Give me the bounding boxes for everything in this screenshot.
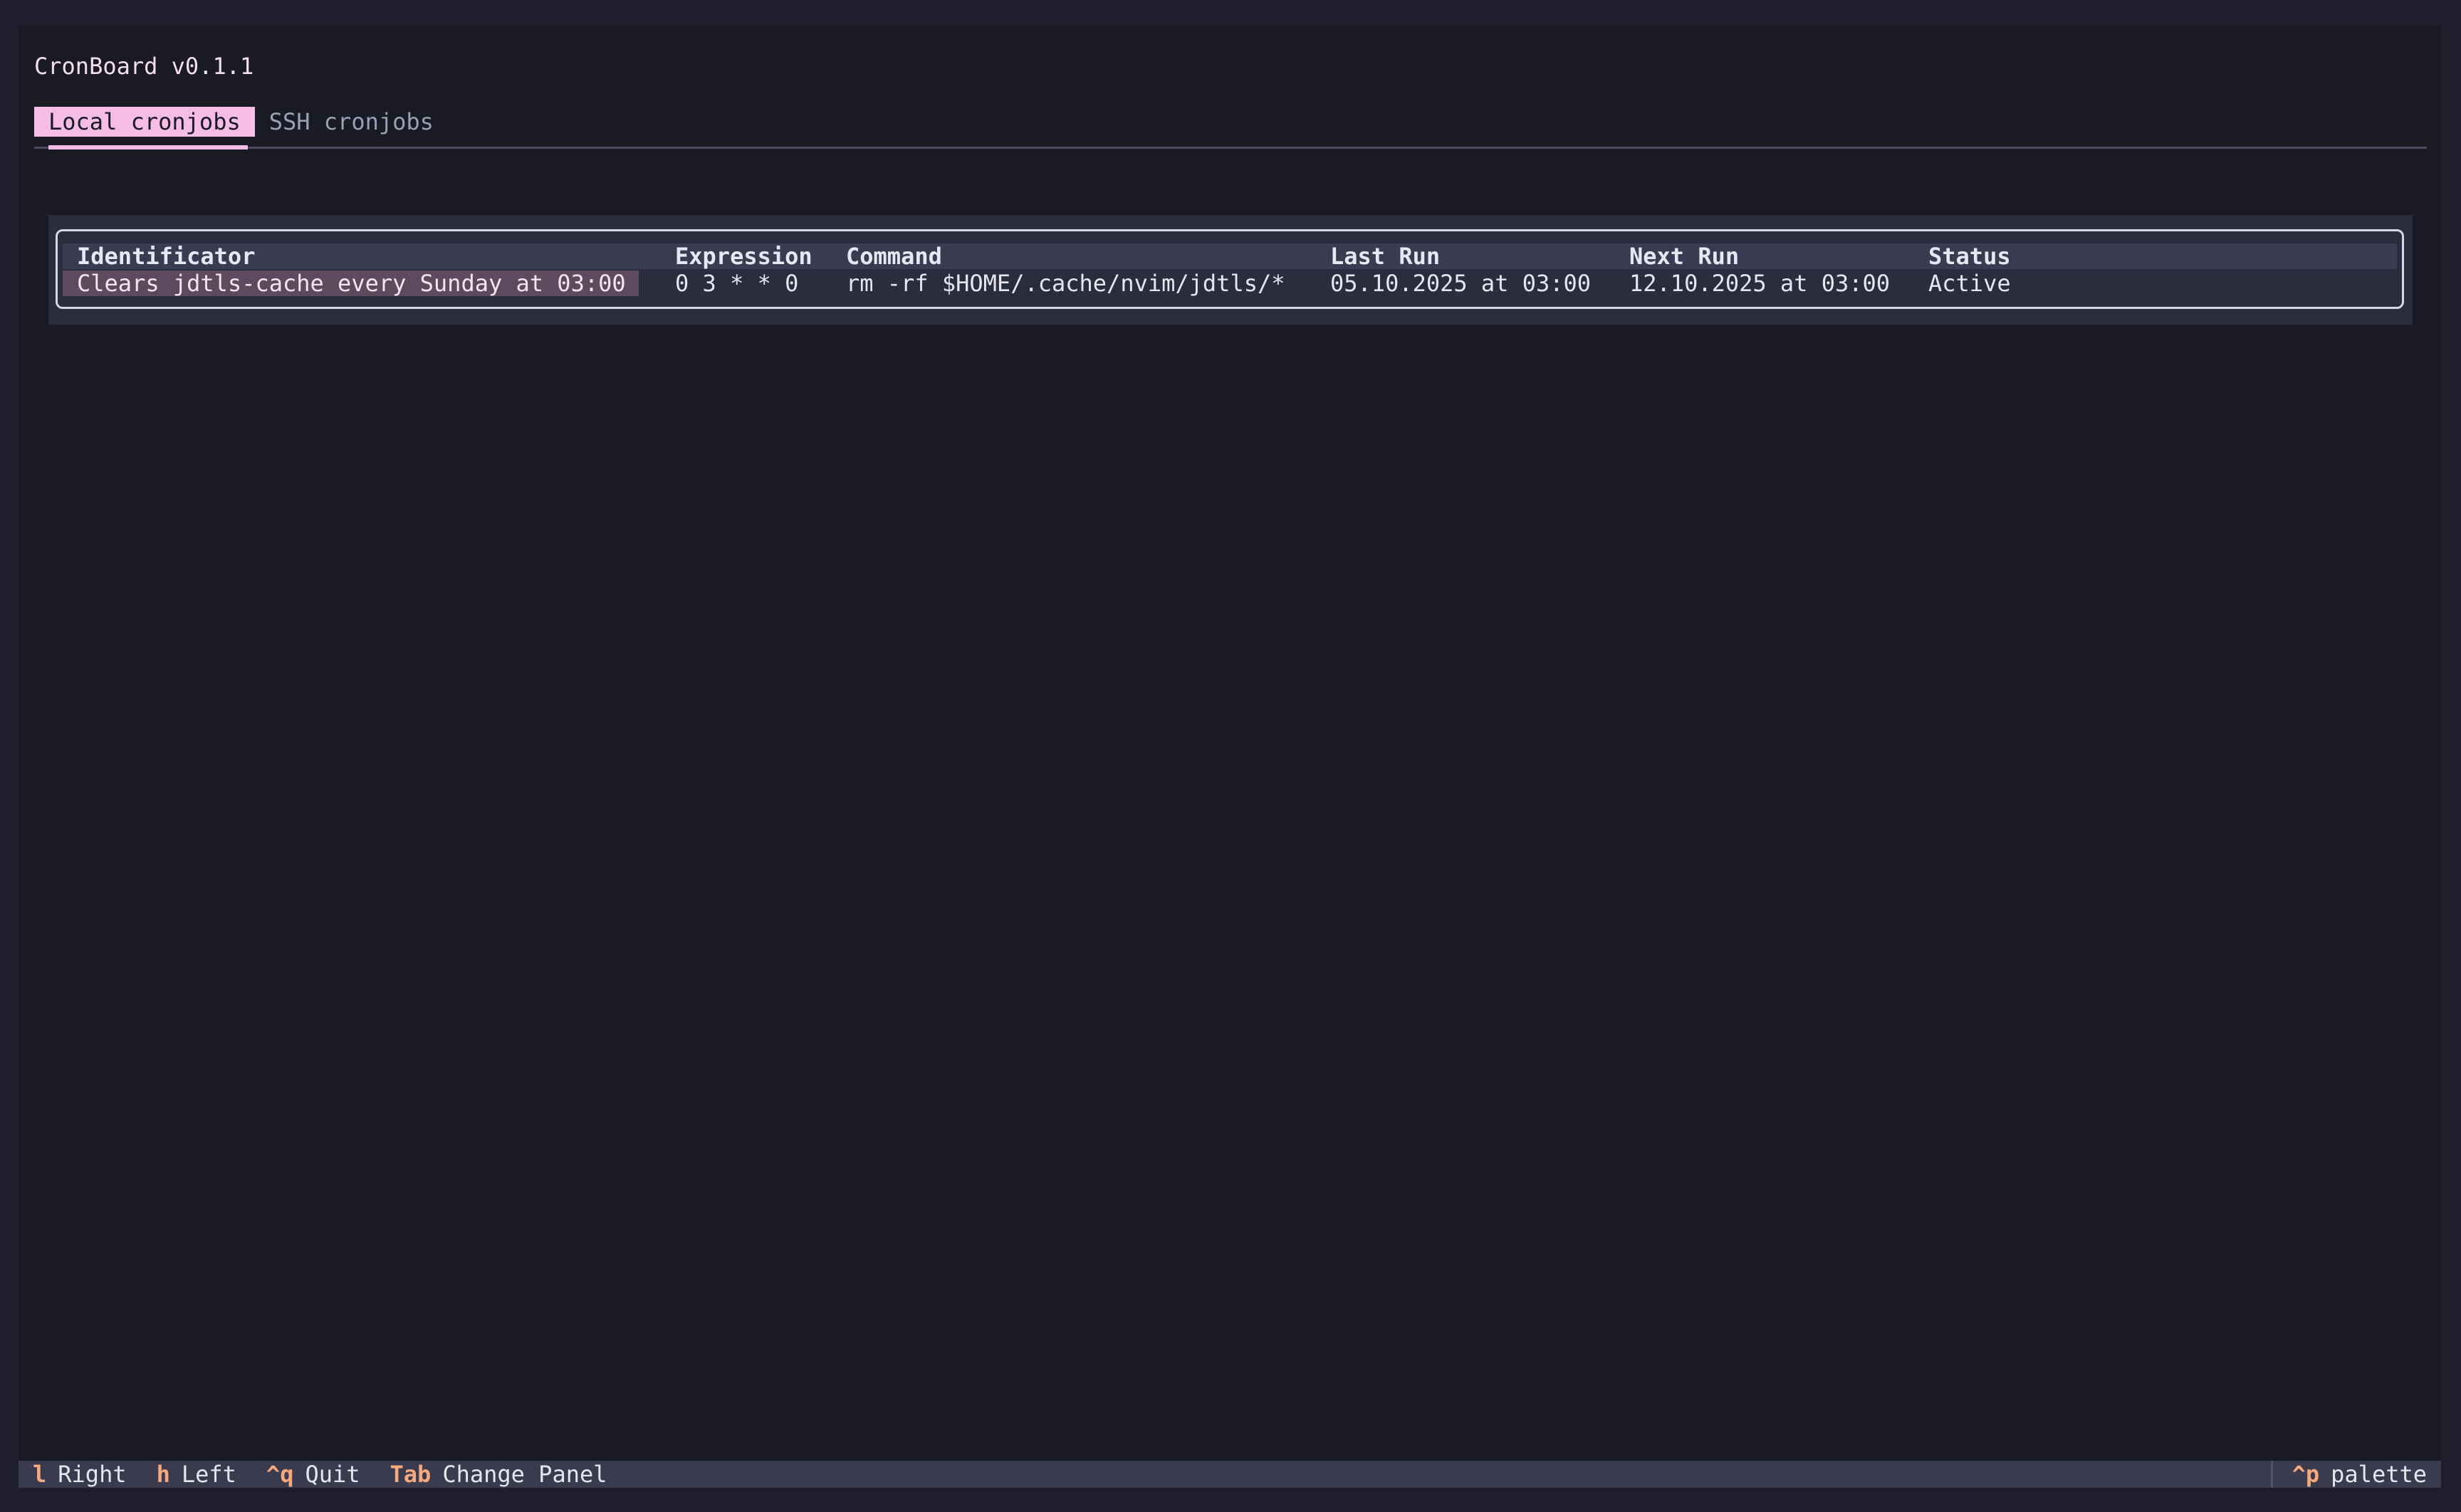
cell-expression: 0 3 * * 0 (675, 270, 799, 297)
binding-key: ^p (2292, 1461, 2320, 1488)
binding-label: Right (58, 1461, 127, 1488)
binding-key: Tab (390, 1461, 432, 1488)
binding-right[interactable]: l Right (33, 1461, 127, 1488)
cell-command: rm -rf $HOME/.cache/nvim/jdtls/* (846, 270, 1285, 297)
cell-status: Active (1928, 270, 2011, 297)
binding-quit[interactable]: ^q Quit (266, 1461, 360, 1488)
cronjobs-table-border (56, 229, 2404, 309)
cell-last-run: 05.10.2025 at 03:00 (1330, 270, 1592, 297)
binding-key: h (156, 1461, 170, 1488)
column-header-expression[interactable]: Expression (675, 243, 813, 269)
footer-separator (2271, 1461, 2273, 1488)
binding-change-panel[interactable]: Tab Change Panel (390, 1461, 607, 1488)
binding-palette[interactable]: ^p palette (2292, 1461, 2427, 1488)
column-header-identificator[interactable]: Identificator (77, 243, 255, 269)
tab-bar: Local cronjobs SSH cronjobs (34, 107, 448, 137)
column-header-last-run[interactable]: Last Run (1330, 243, 1440, 269)
binding-label: Change Panel (442, 1461, 607, 1488)
footer-bindings: l Right h Left ^q Quit Tab Change Panel (33, 1461, 637, 1488)
footer-keybindings-bar: l Right h Left ^q Quit Tab Change Panel … (19, 1461, 2441, 1488)
binding-key: l (33, 1461, 47, 1488)
app-title: CronBoard v0.1.1 (34, 53, 254, 80)
tab-ssh-cronjobs[interactable]: SSH cronjobs (255, 107, 448, 137)
cell-identificator[interactable]: Clears jdtls-cache every Sunday at 03:00 (63, 271, 639, 296)
binding-label: palette (2331, 1461, 2427, 1488)
table-header-row: Identificator Expression Command Last Ru… (63, 243, 2397, 269)
tab-divider (34, 147, 2427, 149)
binding-left[interactable]: h Left (157, 1461, 236, 1488)
column-header-status[interactable]: Status (1928, 243, 2011, 269)
table-row[interactable]: Clears jdtls-cache every Sunday at 03:00… (63, 271, 2397, 296)
binding-label: Left (181, 1461, 236, 1488)
binding-label: Quit (305, 1461, 360, 1488)
column-header-next-run[interactable]: Next Run (1629, 243, 1739, 269)
tab-local-cronjobs[interactable]: Local cronjobs (34, 107, 255, 137)
cell-next-run: 12.10.2025 at 03:00 (1629, 270, 1891, 297)
binding-key: ^q (266, 1461, 294, 1488)
column-header-command[interactable]: Command (846, 243, 942, 269)
active-tab-indicator (48, 145, 248, 149)
